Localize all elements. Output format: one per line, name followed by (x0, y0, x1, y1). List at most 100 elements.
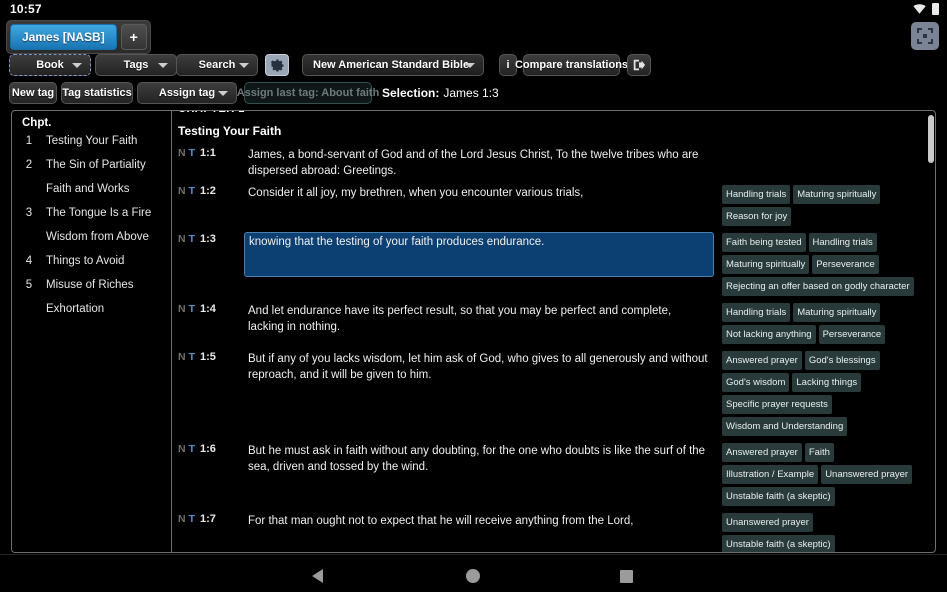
note-marker[interactable]: N (178, 443, 186, 455)
verse-tag[interactable]: Answered prayer (722, 351, 802, 370)
chevron-down-icon (72, 63, 82, 68)
note-marker[interactable]: N (178, 233, 186, 245)
chapter-list: 1 Testing Your Faith 2 The Sin of Partialit… (12, 135, 171, 327)
verse-tag[interactable]: Wisdom and Understanding (722, 417, 848, 436)
tag-marker[interactable]: T (189, 443, 195, 455)
verse-tag[interactable]: Specific prayer requests (722, 395, 832, 414)
verse-markers[interactable]: NT (172, 232, 200, 245)
export-button[interactable] (627, 54, 651, 76)
tag-toolbar: New tag Tag statistics Assign tag Assign… (0, 82, 947, 106)
verse-row[interactable]: N T 1:2 Consider it all joy, my brethren, w… (172, 182, 935, 230)
verse-row[interactable]: N T 1:1 James, a bond-servant of God and of… (172, 144, 935, 182)
verse-row[interactable]: N T 1:5 But if any of you lacks wisdom, let… (172, 348, 935, 440)
chapter-row[interactable]: Wisdom from Above (12, 231, 171, 255)
tab-label: James [NASB] (22, 30, 105, 44)
tag-marker[interactable]: T (189, 147, 195, 159)
chapter-row[interactable]: 4 Things to Avoid (12, 255, 171, 279)
chapter-row[interactable]: 1 Testing Your Faith (12, 135, 171, 159)
verse-row[interactable]: N T 1:3 knowing that the testing of your fa… (172, 230, 935, 300)
compare-translations-button[interactable]: Compare translations (515, 54, 628, 76)
verse-tag[interactable]: Unstable faith (a skeptic) (722, 487, 835, 506)
verse-tag[interactable]: Unanswered prayer (722, 513, 813, 532)
verse-tag[interactable]: Handling trials (722, 303, 791, 322)
verse-markers[interactable]: NT (172, 184, 200, 197)
tags-dropdown[interactable]: Tags (95, 54, 177, 76)
note-marker[interactable]: N (178, 513, 186, 525)
chapter-sidebar[interactable]: Chpt. 1 Testing Your Faith 2 The Sin of Par… (12, 111, 172, 552)
wifi-icon (913, 4, 926, 14)
tag-marker[interactable]: T (189, 351, 195, 363)
note-marker[interactable]: N (178, 303, 186, 315)
chapter-number: 3 (25, 207, 33, 219)
verse-row[interactable]: N T 1:6 But he must ask in faith without an… (172, 440, 935, 510)
verse-text[interactable]: For that man ought not to expect that he… (244, 512, 714, 530)
vertical-scrollbar[interactable] (928, 112, 934, 552)
verse-tag[interactable]: Handling trials (722, 185, 791, 204)
verse-tag[interactable]: Unstable faith (a skeptic) (722, 535, 835, 552)
verse-text[interactable]: But he must ask in faith without any dou… (244, 442, 714, 476)
settings-button[interactable] (265, 54, 289, 76)
status-clock: 10:57 (10, 2, 42, 16)
assign-last-tag-button[interactable]: Assign last tag: About faith (237, 82, 379, 104)
verse-tag[interactable]: Lacking things (792, 373, 862, 392)
verse-tag[interactable]: Not lacking anything (722, 325, 816, 344)
verse-tag[interactable]: Unanswered prayer (821, 465, 913, 484)
new-tag-label: New tag (11, 87, 55, 99)
tag-marker[interactable]: T (189, 233, 195, 245)
translation-dropdown[interactable]: New American Standard Bible (302, 54, 484, 76)
verse-area[interactable]: CHAPTER 1 Testing Your Faith NT1:1James,… (172, 111, 935, 552)
verse-text[interactable]: But if any of you lacks wisdom, let him … (244, 350, 714, 384)
tag-statistics-button[interactable]: Tag statistics (61, 82, 133, 104)
tag-marker[interactable]: T (189, 303, 195, 315)
verse-tag[interactable]: Faith being tested (722, 233, 806, 252)
chapter-row[interactable]: 3 The Tongue Is a Fire (12, 207, 171, 231)
verse-text[interactable]: Consider it all joy, my brethren, when y… (244, 184, 714, 202)
verse-tag-list: Handling trials Maturing spiritually Not l… (714, 302, 935, 346)
verse-tag[interactable]: Illustration / Example (722, 465, 819, 484)
verse-reference: 1:2 (200, 185, 216, 197)
tag-marker[interactable]: T (189, 185, 195, 197)
note-marker[interactable]: N (178, 147, 186, 159)
recent-apps-icon[interactable] (620, 570, 633, 583)
verse-tag[interactable]: God's wisdom (722, 373, 790, 392)
verse-tag[interactable]: Perseverance (818, 325, 886, 344)
note-marker[interactable]: N (178, 185, 186, 197)
search-dropdown[interactable]: Search (176, 54, 258, 76)
verse-text[interactable]: knowing that the testing of your faith p… (244, 232, 714, 277)
verse-markers[interactable]: NT (172, 442, 200, 455)
tag-marker[interactable]: T (189, 513, 195, 525)
book-dropdown[interactable]: Book (9, 54, 91, 76)
verse-markers[interactable]: NT (172, 146, 200, 159)
verse-tag[interactable]: Maturing spiritually (793, 303, 881, 322)
home-icon[interactable] (466, 569, 480, 583)
verse-text[interactable]: James, a bond-servant of God and of the … (244, 146, 714, 180)
verse-tag[interactable]: Perseverance (812, 255, 879, 274)
verse-tag-list: Answered prayer Faith Illustration / Examp… (714, 442, 935, 508)
verse-tag[interactable]: Faith (804, 443, 834, 462)
verse-tag[interactable]: Maturing spiritually (793, 185, 881, 204)
verse-row[interactable]: N T 1:4 And let endurance have its perfect … (172, 300, 935, 348)
verse-markers[interactable]: NT (172, 350, 200, 363)
verse-markers[interactable]: NT (172, 302, 200, 315)
add-tab-button[interactable]: + (120, 24, 147, 50)
verse-tag[interactable]: Reason for joy (722, 207, 792, 226)
verse-tag[interactable]: Answered prayer (722, 443, 802, 462)
verse-tag[interactable]: Maturing spiritually (722, 255, 810, 274)
verse-tag[interactable]: Handling trials (808, 233, 877, 252)
scrollbar-thumb[interactable] (928, 115, 934, 163)
chapter-row[interactable]: Exhortation (12, 303, 171, 327)
back-icon[interactable] (312, 569, 323, 583)
verse-tag[interactable]: God's blessings (804, 351, 880, 370)
chapter-row[interactable]: 5 Misuse of Riches (12, 279, 171, 303)
fullscreen-button[interactable] (911, 22, 939, 50)
chapter-row[interactable]: Faith and Works (12, 183, 171, 207)
assign-tag-dropdown[interactable]: Assign tag (137, 82, 237, 104)
verse-tag[interactable]: Rejecting an offer based on godly charac… (722, 277, 914, 296)
verse-markers[interactable]: NT (172, 512, 200, 525)
verse-text[interactable]: And let endurance have its perfect resul… (244, 302, 714, 336)
verse-row[interactable]: N T 1:7 For that man ought not to expect th… (172, 510, 935, 552)
new-tag-button[interactable]: New tag (9, 82, 57, 104)
note-marker[interactable]: N (178, 351, 186, 363)
chapter-row[interactable]: 2 The Sin of Partiality (12, 159, 171, 183)
tab-james-nasb[interactable]: James [NASB] (10, 24, 117, 50)
